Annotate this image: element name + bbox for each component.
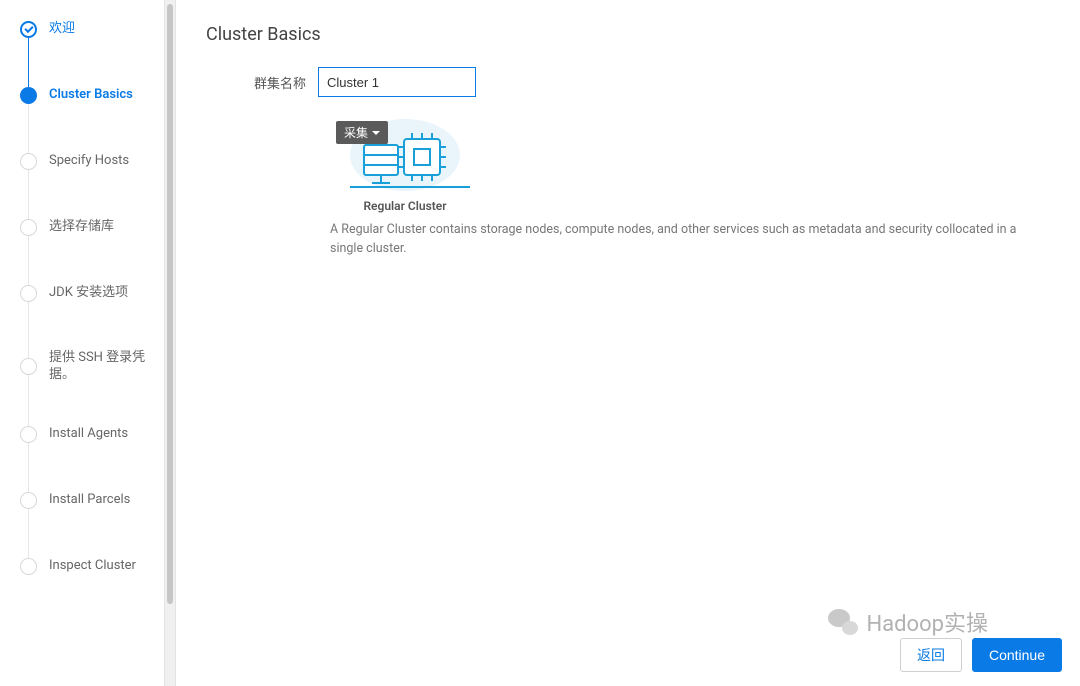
- collect-dropdown[interactable]: 采集: [336, 121, 388, 144]
- wizard-sidebar: 欢迎 Cluster Basics Specify Hosts 选择存储库 JD…: [0, 0, 164, 686]
- step-install-agents[interactable]: Install Agents: [20, 426, 164, 444]
- cluster-type-block: 采集: [330, 115, 1050, 259]
- cluster-type-illustration: 采集: [330, 115, 480, 193]
- step-select-repo[interactable]: 选择存储库: [20, 218, 164, 236]
- step-label: Inspect Cluster: [49, 558, 136, 575]
- wizard-steps: 欢迎 Cluster Basics Specify Hosts 选择存储库 JD…: [20, 20, 164, 576]
- watermark: Hadoop实操: [828, 606, 988, 638]
- step-ssh-credentials[interactable]: 提供 SSH 登录凭据。: [20, 350, 164, 384]
- cluster-type-title: Regular Cluster: [330, 199, 480, 213]
- circle-icon: [20, 358, 37, 375]
- circle-icon: [20, 426, 37, 443]
- current-step-icon: [20, 87, 37, 104]
- step-label: 提供 SSH 登录凭据。: [49, 350, 164, 384]
- wechat-icon: [828, 609, 858, 635]
- step-specify-hosts[interactable]: Specify Hosts: [20, 152, 164, 170]
- step-welcome[interactable]: 欢迎: [20, 20, 164, 38]
- scrollbar-thumb[interactable]: [167, 4, 173, 604]
- watermark-text: Hadoop实操: [866, 606, 988, 638]
- step-install-parcels[interactable]: Install Parcels: [20, 492, 164, 510]
- circle-icon: [20, 153, 37, 170]
- step-label: Cluster Basics: [49, 87, 133, 104]
- main-content: Cluster Basics 群集名称 采集: [176, 0, 1080, 686]
- step-inspect-cluster[interactable]: Inspect Cluster: [20, 558, 164, 576]
- circle-icon: [20, 219, 37, 236]
- step-label: 欢迎: [49, 21, 75, 38]
- continue-button[interactable]: Continue: [972, 638, 1062, 672]
- cluster-name-label: 群集名称: [206, 73, 318, 92]
- circle-icon: [20, 492, 37, 509]
- circle-icon: [20, 558, 37, 575]
- step-label: Install Parcels: [49, 492, 130, 509]
- step-label: JDK 安装选项: [49, 285, 128, 302]
- cluster-type-description: A Regular Cluster contains storage nodes…: [330, 221, 1050, 259]
- step-label: 选择存储库: [49, 219, 114, 236]
- step-connector-active: [28, 34, 29, 94]
- page-title: Cluster Basics: [206, 24, 1050, 45]
- step-cluster-basics[interactable]: Cluster Basics: [20, 86, 164, 104]
- check-icon: [20, 21, 37, 38]
- cluster-name-row: 群集名称: [206, 67, 1050, 97]
- circle-icon: [20, 285, 37, 302]
- wizard-footer: 返回 Continue: [900, 638, 1062, 672]
- step-label: Specify Hosts: [49, 153, 129, 170]
- step-jdk-options[interactable]: JDK 安装选项: [20, 284, 164, 302]
- step-label: Install Agents: [49, 426, 128, 443]
- cluster-name-input[interactable]: [318, 67, 476, 97]
- sidebar-scrollbar[interactable]: [164, 0, 176, 686]
- collect-label: 采集: [344, 124, 368, 141]
- chevron-down-icon: [372, 131, 380, 135]
- back-button[interactable]: 返回: [900, 638, 962, 672]
